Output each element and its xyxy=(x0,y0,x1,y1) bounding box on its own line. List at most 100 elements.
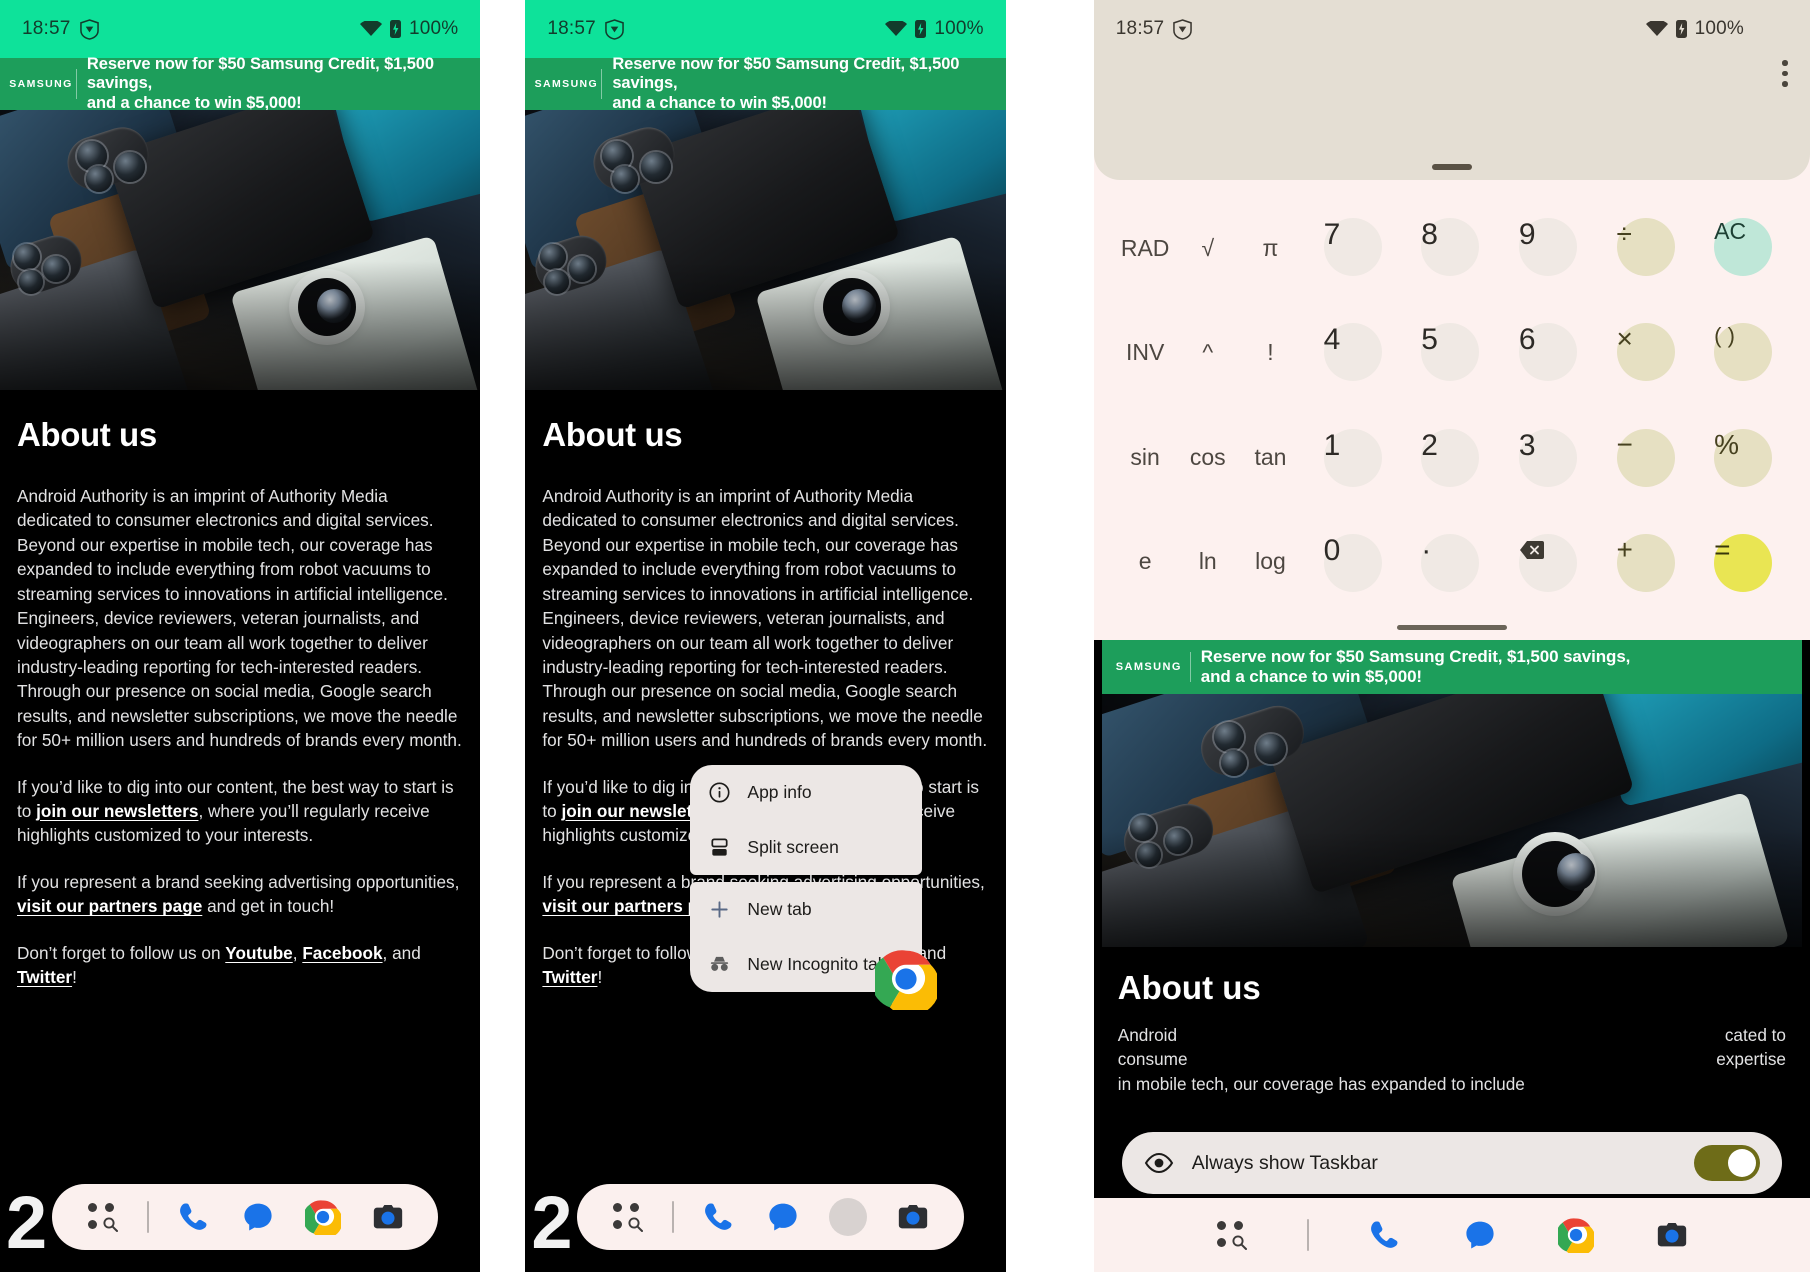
phone-icon[interactable] xyxy=(1363,1214,1405,1256)
calc-key-plus[interactable]: + xyxy=(1616,534,1675,593)
calc-key-multiply[interactable]: × xyxy=(1616,323,1675,382)
calculator-function-keys: RAD √ π INV ^ ! sin cos tan e ln log xyxy=(1114,196,1302,614)
page-title-3: About us xyxy=(1117,969,1261,1006)
calc-key-log[interactable]: log xyxy=(1239,510,1302,615)
calc-key-inv[interactable]: INV xyxy=(1114,301,1177,406)
calc-key-ac[interactable]: AC xyxy=(1714,217,1773,276)
calc-key-sin[interactable]: sin xyxy=(1114,405,1177,510)
taskbar-2 xyxy=(577,1184,964,1250)
search-icon xyxy=(628,1217,643,1232)
status-bar-left-2: 18:57 xyxy=(547,18,624,40)
calc-key-8[interactable]: 8 xyxy=(1421,217,1480,276)
calc-key-4[interactable]: 4 xyxy=(1323,323,1382,382)
ad-text-line1: Reserve now for $50 Samsung Credit, $1,5… xyxy=(1200,646,1631,666)
split-divider-handle[interactable] xyxy=(1431,164,1472,170)
taskbar xyxy=(52,1184,439,1250)
calc-key-backspace[interactable] xyxy=(1518,534,1577,593)
chrome-icon[interactable] xyxy=(1555,1214,1597,1256)
calc-key-e[interactable]: e xyxy=(1114,510,1177,615)
calc-key-6[interactable]: 6 xyxy=(1518,323,1577,382)
samsung-ad-banner-3[interactable]: SAMSUNG Reserve now for $50 Samsung Cred… xyxy=(1101,640,1802,694)
messages-icon[interactable] xyxy=(1459,1214,1501,1256)
calc-key-3[interactable]: 3 xyxy=(1518,428,1577,487)
phone-icon[interactable] xyxy=(172,1196,214,1238)
samsung-ad-banner[interactable]: SAMSUNG Reserve now for $50 Samsung Cred… xyxy=(0,55,481,112)
search-icon xyxy=(102,1217,118,1232)
partners-page-link[interactable]: visit our partners page xyxy=(17,896,202,916)
ad-text-line2: and a chance to win $5,000! xyxy=(1200,667,1422,686)
calculator-overflow-menu-icon[interactable] xyxy=(1782,60,1788,87)
messages-icon[interactable] xyxy=(762,1196,804,1238)
plus-icon xyxy=(708,898,731,921)
status-bar-left: 18:57 xyxy=(22,18,99,40)
calc-key-pi[interactable]: π xyxy=(1239,196,1302,301)
calc-key-cos[interactable]: cos xyxy=(1176,405,1239,510)
chrome-icon[interactable] xyxy=(302,1196,344,1238)
ad-text: Reserve now for $50 Samsung Credit, $1,5… xyxy=(612,55,997,113)
calc-key-power[interactable]: ^ xyxy=(1176,301,1239,406)
status-time-2: 18:57 xyxy=(547,18,596,39)
samsung-logo: SAMSUNG xyxy=(1115,661,1182,673)
camera-icon[interactable] xyxy=(1651,1214,1693,1256)
screenshot-stage: 18:57 100% SAMSUNG Reserve now for $50 S… xyxy=(0,0,1810,1272)
home-gesture-pill[interactable] xyxy=(1396,624,1507,630)
calc-key-0[interactable]: 0 xyxy=(1323,534,1382,593)
youtube-link[interactable]: Youtube xyxy=(225,943,292,963)
camera-icon[interactable] xyxy=(892,1196,934,1238)
calc-key-5[interactable]: 5 xyxy=(1421,323,1480,382)
app-drawer-icon[interactable] xyxy=(607,1196,649,1238)
calc-key-sqrt[interactable]: √ xyxy=(1176,196,1239,301)
calc-key-percent[interactable]: % xyxy=(1714,428,1773,487)
calc-key-ln[interactable]: ln xyxy=(1176,510,1239,615)
menu-item-split-screen[interactable]: Split screen xyxy=(690,820,922,875)
menu-item-app-info[interactable]: App info xyxy=(690,765,922,820)
chrome-icon-placeholder[interactable] xyxy=(827,1196,869,1238)
context-menu-group-system: App info Split screen xyxy=(690,765,923,875)
menu-item-new-tab-label: New tab xyxy=(747,899,812,919)
calc-key-decimal[interactable]: · xyxy=(1421,534,1480,593)
samsung-ad-banner-2[interactable]: SAMSUNG Reserve now for $50 Samsung Cred… xyxy=(525,55,1006,113)
calc-key-tan[interactable]: tan xyxy=(1239,405,1302,510)
calc-key-9[interactable]: 9 xyxy=(1518,217,1577,276)
calc-key-1[interactable]: 1 xyxy=(1323,428,1382,487)
dragged-chrome-icon[interactable] xyxy=(871,948,941,1016)
status-bar-right-2: 100% xyxy=(885,18,984,40)
calc-key-factorial[interactable]: ! xyxy=(1239,301,1302,406)
calc-key-parentheses[interactable]: ( ) xyxy=(1714,323,1773,382)
article-line-1-right: cated to xyxy=(1724,1025,1786,1045)
always-show-taskbar-toggle[interactable] xyxy=(1693,1145,1760,1181)
article-paragraph-4: Don’t forget to follow us on Youtube, Fa… xyxy=(17,941,463,990)
app-drawer-icon[interactable] xyxy=(1211,1214,1253,1256)
wifi-icon xyxy=(359,21,382,36)
page-title: About us xyxy=(17,416,157,453)
calc-key-divide[interactable]: ÷ xyxy=(1616,217,1675,276)
calc-key-minus[interactable]: − xyxy=(1616,428,1675,487)
wifi-icon xyxy=(1645,21,1668,36)
page-title-2: About us xyxy=(542,416,683,453)
app-drawer-icon[interactable] xyxy=(82,1196,124,1238)
calc-key-2[interactable]: 2 xyxy=(1421,428,1480,487)
messages-icon[interactable] xyxy=(237,1196,279,1238)
phones-photo-3 xyxy=(1101,694,1802,947)
menu-item-new-tab[interactable]: New tab xyxy=(690,882,922,937)
status-time-3: 18:57 xyxy=(1115,18,1165,39)
facebook-link[interactable]: Facebook xyxy=(302,943,382,963)
camera-icon[interactable] xyxy=(367,1196,409,1238)
vpn-shield-icon xyxy=(79,18,99,40)
newsletters-link[interactable]: join our newsletters xyxy=(36,801,198,821)
p4-sep2: , and xyxy=(382,942,421,963)
menu-item-split-screen-label: Split screen xyxy=(747,837,839,857)
ad-divider xyxy=(76,69,77,99)
calc-key-equals[interactable]: = xyxy=(1714,534,1773,593)
calc-key-rad[interactable]: RAD xyxy=(1114,196,1177,301)
taskbar-divider xyxy=(146,1201,149,1233)
twitter-link[interactable]: Twitter xyxy=(17,967,72,987)
calc-key-7[interactable]: 7 xyxy=(1323,217,1382,276)
twitter-link[interactable]: Twitter xyxy=(542,967,597,987)
phone-panel-3: 18:57 100% RAD √ π INV ^ ! sin cos tan e… xyxy=(1093,0,1810,1272)
phone-icon[interactable] xyxy=(697,1196,739,1238)
calculator-display[interactable]: 18:57 100% xyxy=(1093,0,1810,180)
phones-photo xyxy=(0,110,481,390)
phones-photo-2 xyxy=(525,110,1006,390)
article-content: About us Android Authority is an imprint… xyxy=(0,390,481,990)
